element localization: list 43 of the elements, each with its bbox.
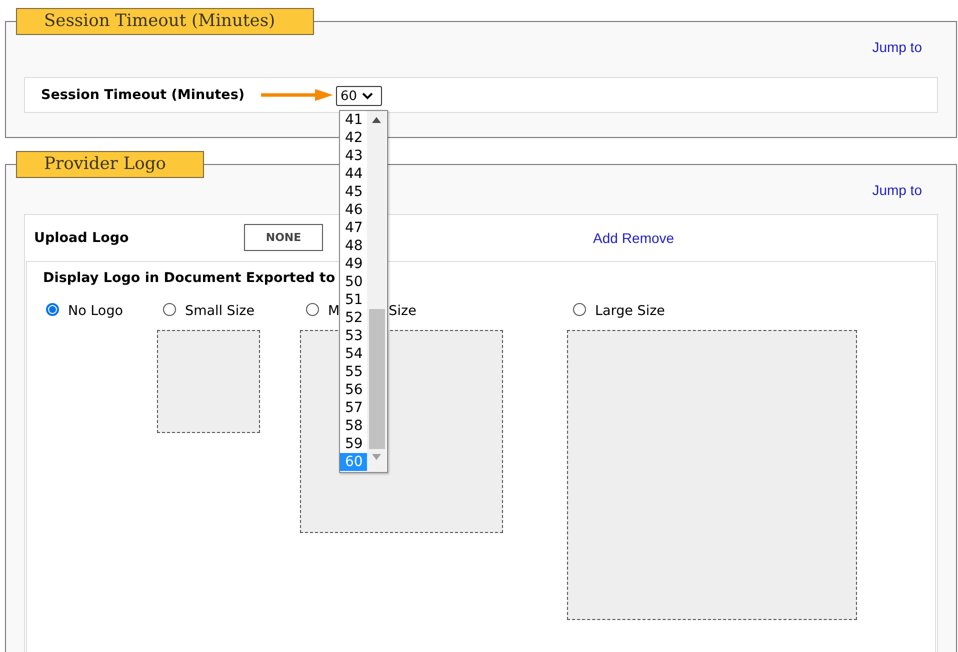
- radio-button[interactable]: [306, 302, 319, 316]
- radio-button[interactable]: [163, 302, 176, 316]
- jump-link[interactable]: Jump to: [872, 39, 922, 55]
- dropdown-option[interactable]: 43: [340, 147, 367, 165]
- dropdown-option[interactable]: 44: [340, 165, 367, 183]
- action-link[interactable]: Remove: [622, 230, 674, 246]
- logo-button[interactable]: NONE: [244, 224, 323, 250]
- section-title: Session Timeout (Minutes): [16, 8, 314, 35]
- field-label: Session Timeout (Minutes): [41, 87, 245, 103]
- radio-button[interactable]: [46, 302, 59, 316]
- field-label: Upload Logo: [34, 230, 130, 246]
- timeout-select[interactable]: 60: [336, 86, 382, 106]
- dropdown-option[interactable]: 53: [340, 327, 367, 345]
- dropdown-option[interactable]: 57: [340, 399, 367, 417]
- section-title: Provider Logo: [16, 151, 204, 178]
- dropdown-option[interactable]: 45: [340, 183, 367, 201]
- option-label: M: [328, 303, 340, 319]
- dropdown-option[interactable]: 48: [340, 237, 367, 255]
- option-label: Large Size: [595, 303, 665, 319]
- action-link[interactable]: Add: [593, 230, 618, 246]
- dropdown-option[interactable]: 55: [340, 363, 367, 381]
- radio-button[interactable]: [573, 302, 586, 316]
- dropdown-option[interactable]: 54: [340, 345, 367, 363]
- dropdown-option[interactable]: 51: [340, 291, 367, 309]
- dropdown-option[interactable]: 47: [340, 219, 367, 237]
- dropdown-option[interactable]: 46: [340, 201, 367, 219]
- section-heading: Display Logo in Document Exported to: [43, 270, 336, 286]
- option-label: Size: [388, 303, 416, 319]
- dropdown-option[interactable]: 59: [340, 435, 367, 453]
- option-label: Small Size: [185, 303, 254, 319]
- dropdown-option[interactable]: 49: [340, 255, 367, 273]
- dropdown-option[interactable]: 58: [340, 417, 367, 435]
- scrollbar[interactable]: [367, 111, 386, 472]
- arrow-icon: [260, 88, 333, 102]
- option-label: No Logo: [68, 303, 124, 319]
- jump-link[interactable]: Jump to: [872, 182, 922, 198]
- dropdown-option[interactable]: 42: [340, 129, 367, 147]
- dropdown-option[interactable]: 52: [340, 309, 367, 327]
- dropdown-option[interactable]: 41: [340, 111, 367, 129]
- chevron-icon: [362, 92, 374, 100]
- dropdown-option[interactable]: 56: [340, 381, 367, 399]
- dropdown-option[interactable]: 50: [340, 273, 367, 291]
- scroll-up-icon[interactable]: [372, 117, 381, 123]
